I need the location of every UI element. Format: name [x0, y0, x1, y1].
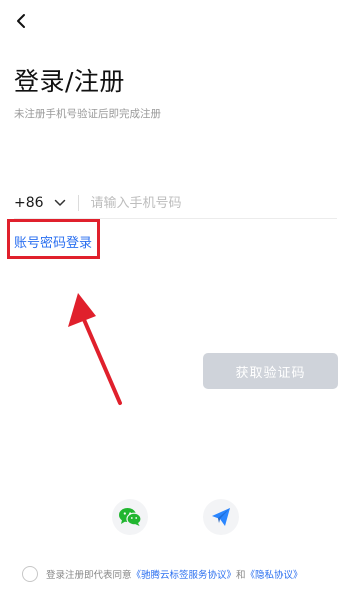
wechat-icon [119, 508, 142, 526]
agreement-row: 登录注册即代表同意 《驰腾云标签服务协议》 和 《隐私协议》 [22, 566, 343, 582]
privacy-agreement-link[interactable]: 《隐私协议》 [246, 567, 303, 581]
page-subtitle: 未注册手机号验证后即完成注册 [14, 108, 161, 120]
country-code-label: +86 [14, 195, 44, 211]
chevron-left-icon [17, 14, 25, 28]
phone-input[interactable] [90, 195, 337, 211]
annotation-arrow-icon [68, 293, 122, 405]
page-title: 登录/注册 [14, 67, 125, 96]
login-page: 登录/注册 未注册手机号验证后即完成注册 +86 账号密码登录 获取验证码 [0, 0, 351, 600]
chevron-down-icon [54, 199, 65, 206]
country-code-select[interactable]: +86 [14, 195, 66, 211]
agreement-prefix: 登录注册即代表同意 [46, 570, 132, 581]
wechat-login-button[interactable] [112, 499, 148, 535]
agreement-and: 和 [236, 570, 246, 581]
back-button[interactable] [8, 8, 34, 34]
phone-row: +86 [14, 188, 337, 219]
service-agreement-link[interactable]: 《驰腾云标签服务协议》 [132, 567, 237, 581]
get-code-button[interactable]: 获取验证码 [203, 353, 338, 389]
telegram-login-button[interactable] [203, 499, 239, 535]
account-password-login-link[interactable]: 账号密码登录 [14, 232, 92, 251]
telegram-icon [212, 508, 230, 526]
agree-checkbox[interactable] [22, 566, 38, 582]
divider [77, 195, 79, 211]
